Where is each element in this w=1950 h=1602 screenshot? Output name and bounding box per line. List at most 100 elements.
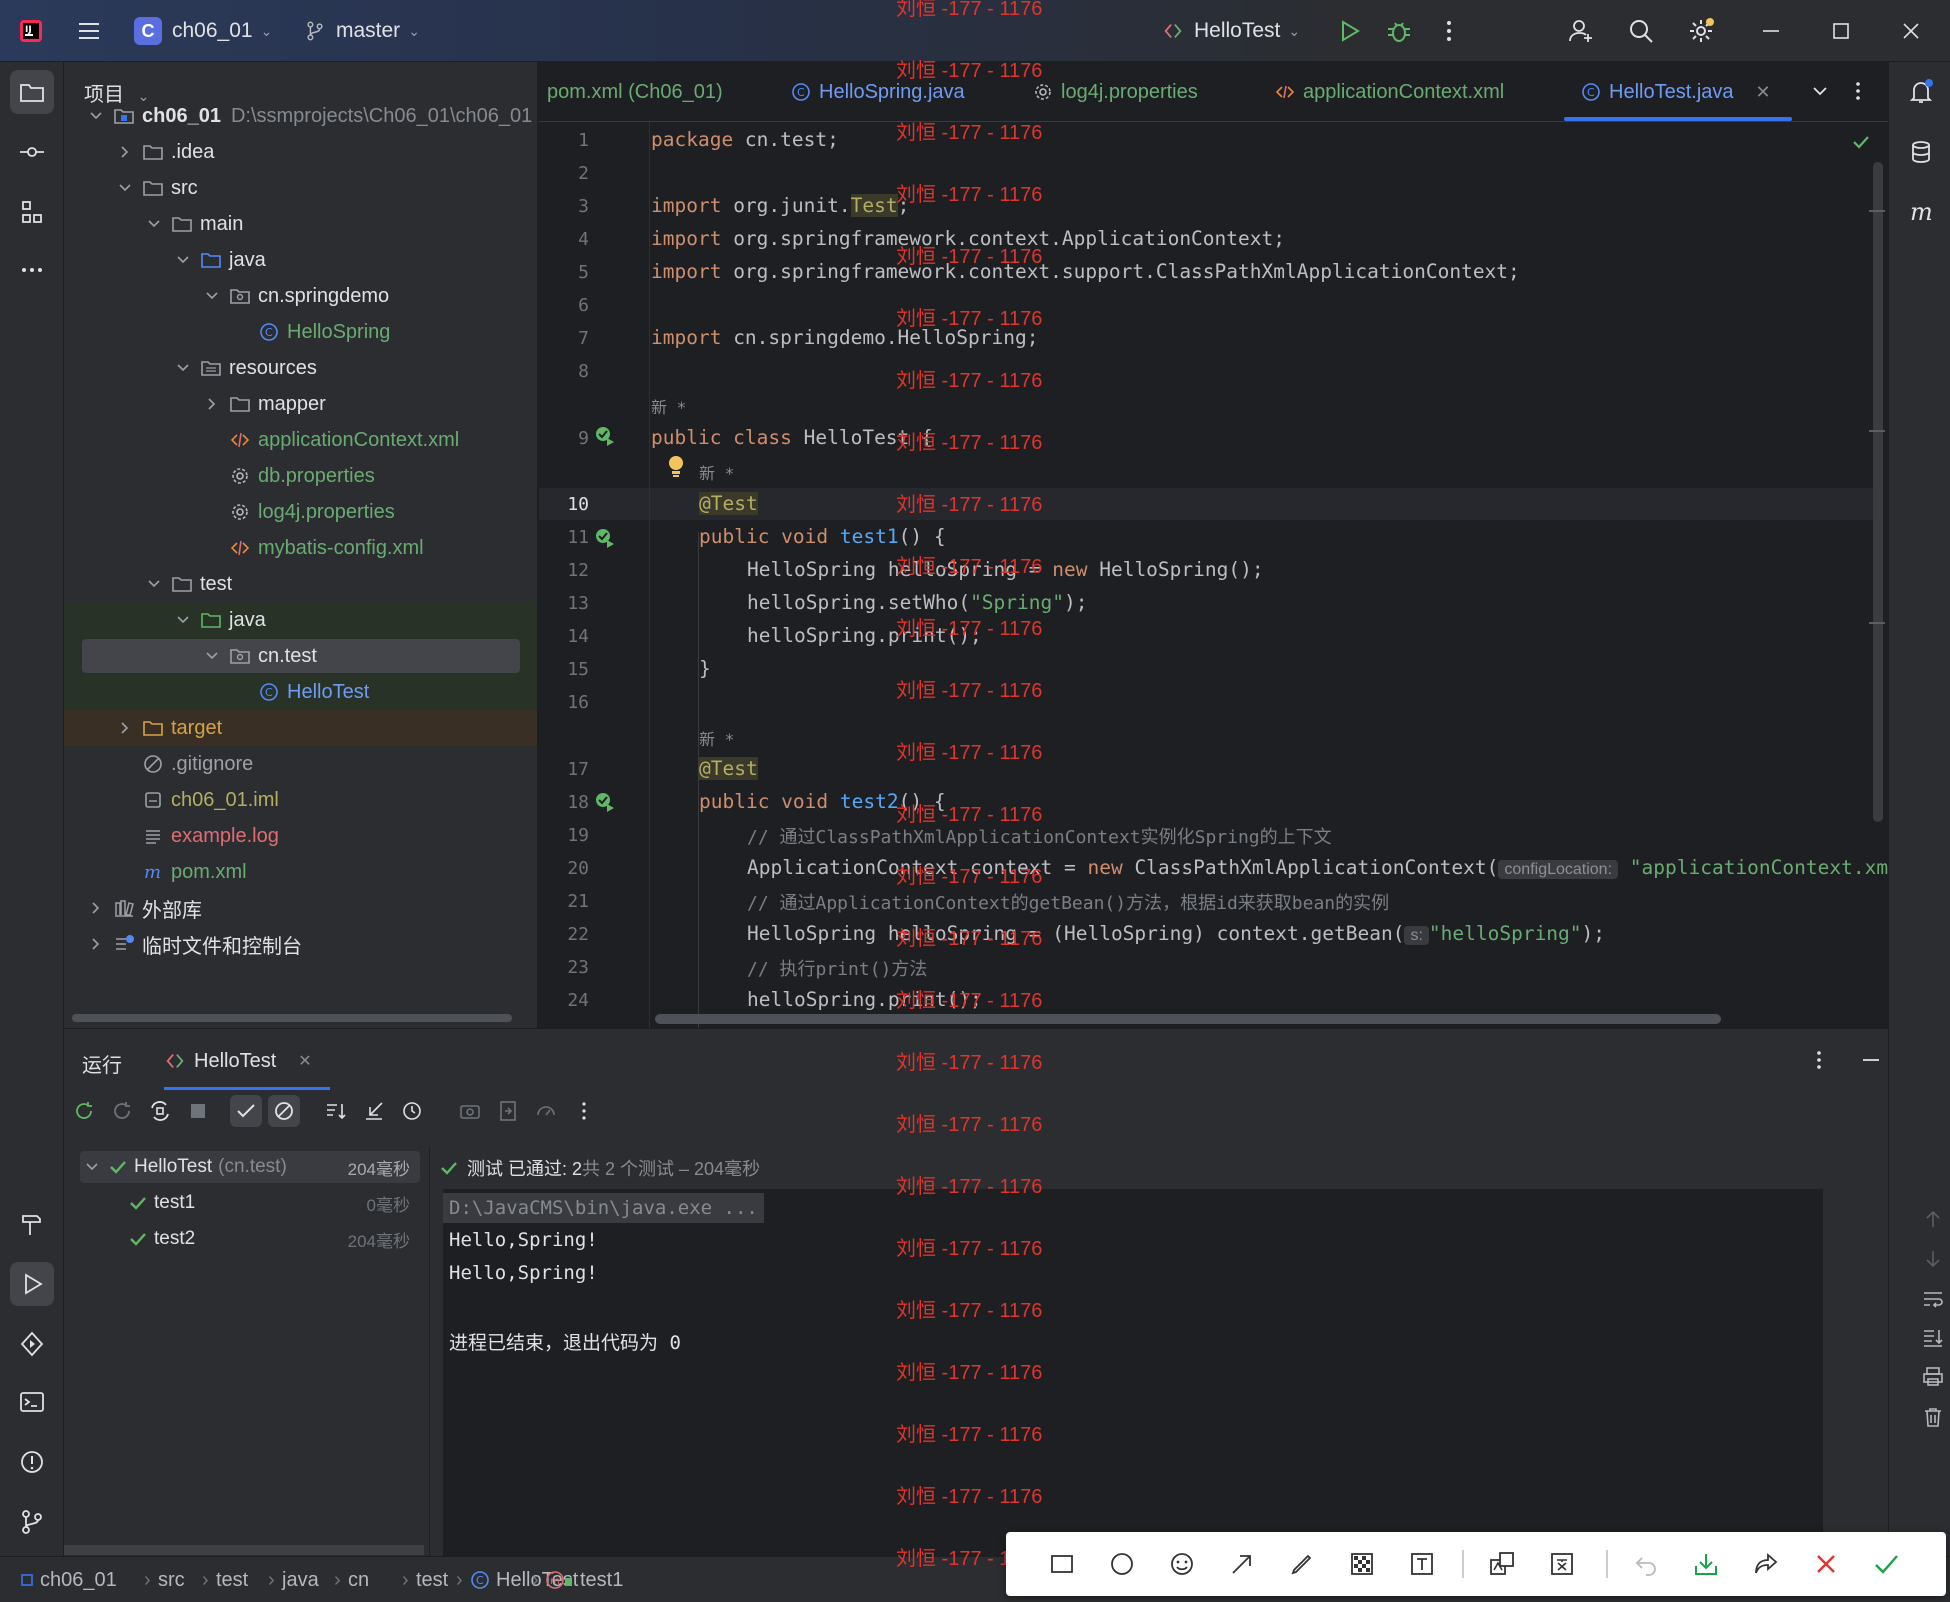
rectangle-tool-icon[interactable]: [1044, 1546, 1080, 1582]
close-tab-icon[interactable]: ✕: [298, 1051, 311, 1071]
terminal-icon[interactable]: [10, 1380, 54, 1424]
import-tests-icon[interactable]: [358, 1095, 390, 1127]
problems-icon[interactable]: [10, 1440, 54, 1484]
chevron-down-icon[interactable]: [144, 574, 164, 594]
tree-item-idea[interactable]: .idea: [64, 134, 537, 170]
tree-item-mybatis-config-xml[interactable]: mybatis-config.xml: [64, 530, 537, 566]
chevron-right-icon[interactable]: [202, 394, 222, 414]
tree-item-hellotest[interactable]: C HelloTest: [64, 674, 537, 710]
tree-item-pom-xml[interactable]: m pom.xml: [64, 854, 537, 890]
tab-hellospring-java[interactable]: C HelloSpring.java: [789, 62, 965, 122]
tree-item-resources[interactable]: resources: [64, 350, 537, 386]
test-row[interactable]: test2 204毫秒: [80, 1223, 420, 1255]
export-icon[interactable]: [492, 1095, 524, 1127]
down-arrow-icon[interactable]: [1921, 1247, 1945, 1277]
chevron-down-icon[interactable]: [144, 214, 164, 234]
run-config-tab[interactable]: HelloTest ✕: [164, 1041, 312, 1081]
share-icon[interactable]: [1748, 1546, 1784, 1582]
editor-horizontal-scrollbar[interactable]: [655, 1014, 1721, 1024]
commit-icon[interactable]: [10, 130, 54, 174]
tree-item-iml[interactable]: ch06_01.iml: [64, 782, 537, 818]
breadcrumb-item[interactable]: test: [416, 1557, 448, 1602]
tab-log4j-properties[interactable]: log4j.properties: [1031, 62, 1198, 122]
breadcrumb-item[interactable]: src: [158, 1557, 185, 1602]
breadcrumb-module[interactable]: ch06_01: [20, 1557, 117, 1602]
chevron-down-icon[interactable]: [202, 646, 222, 666]
arrow-tool-icon[interactable]: [1224, 1546, 1260, 1582]
database-icon[interactable]: [1899, 130, 1943, 174]
tab-pom-xml[interactable]: pom.xml (Ch06_01): [547, 62, 723, 122]
structure-icon[interactable]: [10, 190, 54, 234]
chevron-down-icon[interactable]: [202, 286, 222, 306]
cancel-x-icon[interactable]: [1808, 1546, 1844, 1582]
chevron-down-icon[interactable]: [173, 358, 193, 378]
toggle-auto-test-icon[interactable]: [144, 1095, 176, 1127]
save-download-icon[interactable]: [1688, 1546, 1724, 1582]
tab-applicationcontext-xml[interactable]: applicationContext.xml: [1273, 62, 1504, 122]
breadcrumb-item[interactable]: m test1: [546, 1557, 623, 1602]
tab-more-icon[interactable]: [1841, 74, 1875, 108]
tab-list-chevron-icon[interactable]: [1803, 74, 1837, 108]
run-config-selector[interactable]: HelloTest ⌄: [1162, 0, 1300, 62]
chevron-right-icon[interactable]: [86, 934, 106, 954]
services-icon[interactable]: [10, 1322, 54, 1366]
editor-vertical-scrollbar[interactable]: [1873, 162, 1883, 822]
tree-item-log4j-properties[interactable]: log4j.properties: [64, 494, 537, 530]
tree-item-example-log[interactable]: example.log: [64, 818, 537, 854]
ellipse-tool-icon[interactable]: [1104, 1546, 1140, 1582]
show-passed-icon[interactable]: [230, 1095, 262, 1127]
tree-item-cn-springdemo[interactable]: cn.springdemo: [64, 278, 537, 314]
confirm-check-icon[interactable]: [1868, 1546, 1904, 1582]
maximize-icon[interactable]: [1824, 14, 1858, 48]
chevron-right-icon[interactable]: [86, 898, 106, 918]
pen-tool-icon[interactable]: [1284, 1546, 1320, 1582]
git-icon[interactable]: [10, 1500, 54, 1544]
ocr-translate-icon[interactable]: [1484, 1546, 1520, 1582]
close-window-icon[interactable]: [1894, 14, 1928, 48]
console-line-command[interactable]: D:\JavaCMS\bin\java.exe ...: [443, 1193, 764, 1223]
up-arrow-icon[interactable]: [1921, 1207, 1945, 1237]
console-output[interactable]: D:\JavaCMS\bin\java.exe ... Hello,Spring…: [443, 1189, 1823, 1557]
lightbulb-icon[interactable]: [665, 454, 687, 480]
chevron-right-icon[interactable]: [115, 142, 135, 162]
tree-item-java-main[interactable]: java: [64, 242, 537, 278]
build-hammer-icon[interactable]: [10, 1202, 54, 1246]
add-user-icon[interactable]: [1564, 14, 1598, 48]
debug-icon[interactable]: [1382, 14, 1416, 48]
project-selector[interactable]: C ch06_01 ⌄: [134, 0, 272, 62]
print-icon[interactable]: [1921, 1365, 1945, 1395]
emoji-tool-icon[interactable]: [1164, 1546, 1200, 1582]
tree-root-ch06_01[interactable]: ch06_01 D:\ssmprojects\Ch06_01\ch06_01: [64, 98, 537, 134]
clear-trash-icon[interactable]: [1921, 1405, 1945, 1435]
run-icon[interactable]: [1332, 14, 1366, 48]
coverage-icon[interactable]: [530, 1095, 562, 1127]
tab-hellotest-java[interactable]: C HelloTest.java ✕: [1579, 62, 1771, 122]
run-test-gutter-icon[interactable]: [593, 526, 617, 550]
chevron-right-icon[interactable]: [115, 718, 135, 738]
text-extract-icon[interactable]: [1544, 1546, 1580, 1582]
camera-icon[interactable]: [454, 1095, 486, 1127]
branch-selector[interactable]: master ⌄: [304, 0, 420, 62]
search-icon[interactable]: [1624, 14, 1658, 48]
history-icon[interactable]: [396, 1095, 428, 1127]
run-panel-more-icon[interactable]: [1802, 1043, 1836, 1077]
mosaic-tool-icon[interactable]: [1344, 1546, 1380, 1582]
tree-item-external-libraries[interactable]: 外部库: [64, 890, 537, 926]
tree-item-target[interactable]: target: [64, 710, 537, 746]
test-tree-scrollbar[interactable]: [64, 1545, 424, 1555]
run-test-gutter-icon[interactable]: [593, 424, 617, 448]
chevron-down-icon[interactable]: [173, 610, 193, 630]
tree-item-test[interactable]: test: [64, 566, 537, 602]
breadcrumb-item[interactable]: java: [282, 1557, 319, 1602]
tree-item-applicationcontext-xml[interactable]: applicationContext.xml: [64, 422, 537, 458]
intellij-logo-icon[interactable]: IJ: [14, 14, 48, 48]
tree-item-src[interactable]: src: [64, 170, 537, 206]
tree-item-gitignore[interactable]: .gitignore: [64, 746, 537, 782]
rerun-icon[interactable]: [68, 1095, 100, 1127]
stop-icon[interactable]: [182, 1095, 214, 1127]
tree-item-hellospring[interactable]: C HelloSpring: [64, 314, 537, 350]
show-ignored-icon[interactable]: [268, 1095, 300, 1127]
rerun-failed-icon[interactable]: [106, 1095, 138, 1127]
breadcrumb-item[interactable]: test: [216, 1557, 248, 1602]
breadcrumb-item[interactable]: cn: [348, 1557, 369, 1602]
